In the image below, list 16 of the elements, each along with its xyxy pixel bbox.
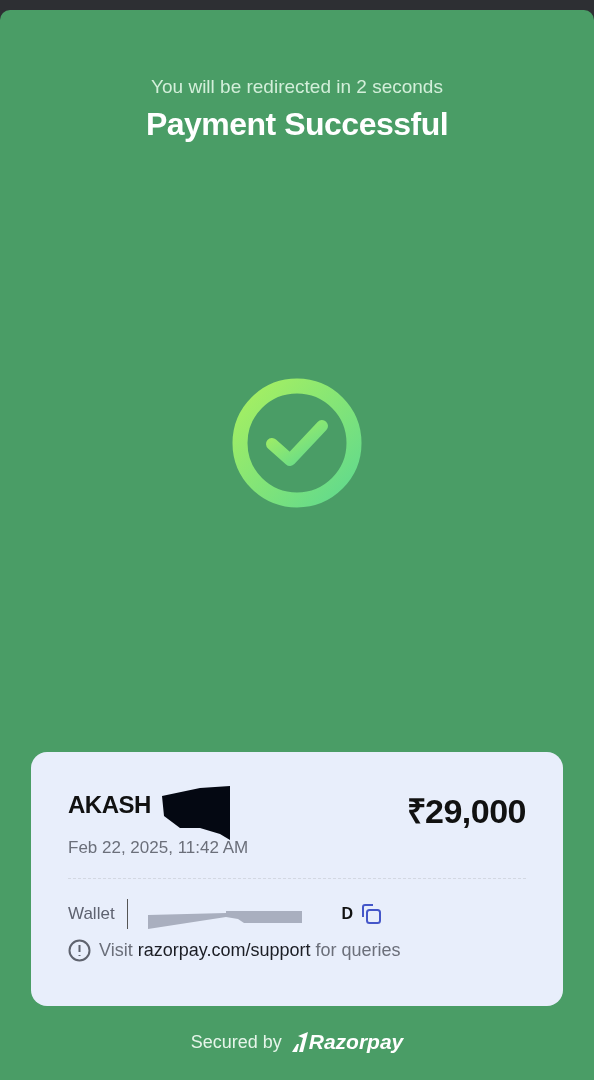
support-note: Visit razorpay.com/support for queries xyxy=(99,940,401,961)
account-id: D xyxy=(341,905,354,923)
copy-icon[interactable] xyxy=(359,902,384,926)
success-check-icon xyxy=(232,378,362,508)
secured-label: Secured by xyxy=(190,1031,282,1053)
payer-name: AKASH xyxy=(68,790,151,820)
payment-date: Feb 22, 2025, 11:42 AM xyxy=(68,838,250,858)
payment-title: Payment Successful xyxy=(145,105,449,144)
redaction-mark xyxy=(160,786,232,840)
brand-logo-icon xyxy=(291,1032,308,1052)
support-link[interactable]: razorpay.com/support xyxy=(137,940,311,960)
info-icon xyxy=(68,939,91,962)
payment-method: Wallet xyxy=(68,904,115,924)
brand-name: Razorpay xyxy=(308,1030,404,1054)
redirect-message: You will be redirected in 2 seconds xyxy=(151,75,443,99)
payment-amount: ₹29,000 xyxy=(406,791,526,832)
